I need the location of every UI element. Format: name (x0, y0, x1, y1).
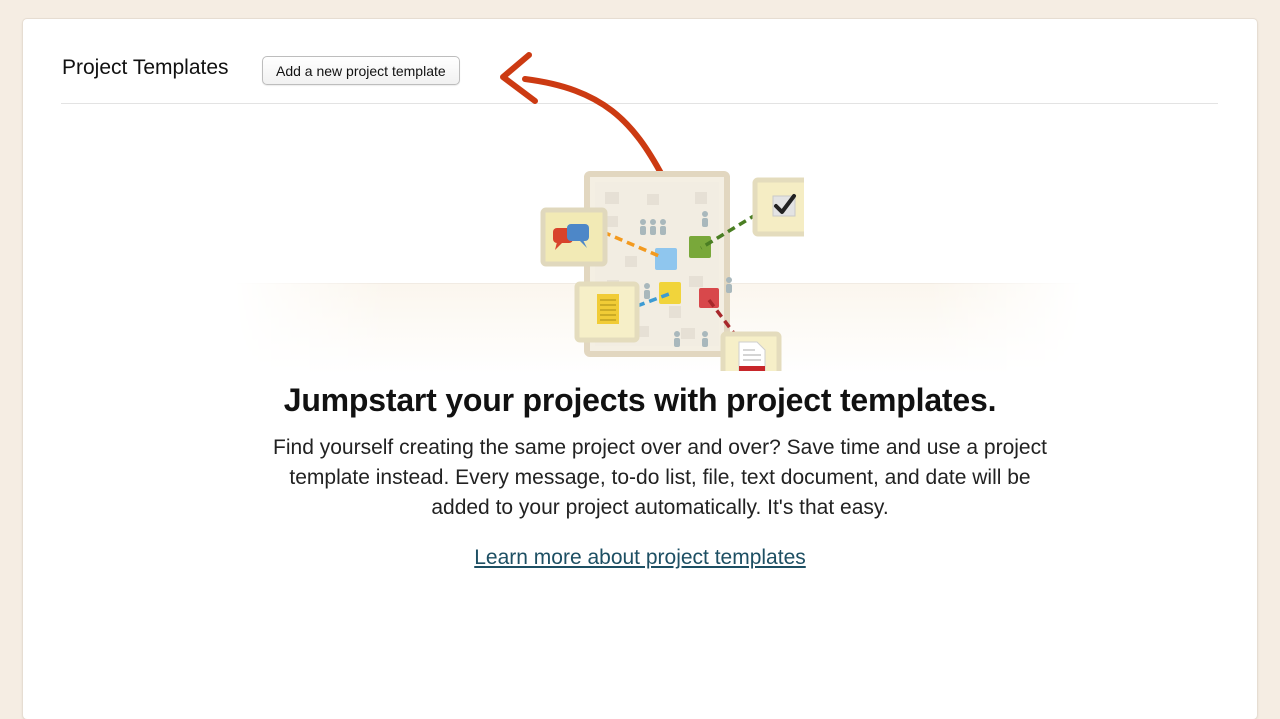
add-project-template-button[interactable]: Add a new project template (262, 56, 460, 85)
learn-more-link[interactable]: Learn more about project templates (474, 546, 806, 569)
learn-more-link-container: Learn more about project templates (23, 546, 1257, 570)
text-document-icon (574, 281, 640, 343)
main-card: Project Templates Add a new project temp… (23, 19, 1257, 719)
empty-state-headline: Jumpstart your projects with project tem… (283, 382, 997, 418)
project-templates-illustration (540, 171, 804, 371)
empty-state-description: Find yourself creating the same project … (273, 436, 1047, 519)
speech-bubbles-icon (540, 207, 608, 267)
page-title: Project Templates (62, 56, 229, 79)
file-icon (720, 331, 782, 371)
checkmark-icon (752, 177, 804, 237)
